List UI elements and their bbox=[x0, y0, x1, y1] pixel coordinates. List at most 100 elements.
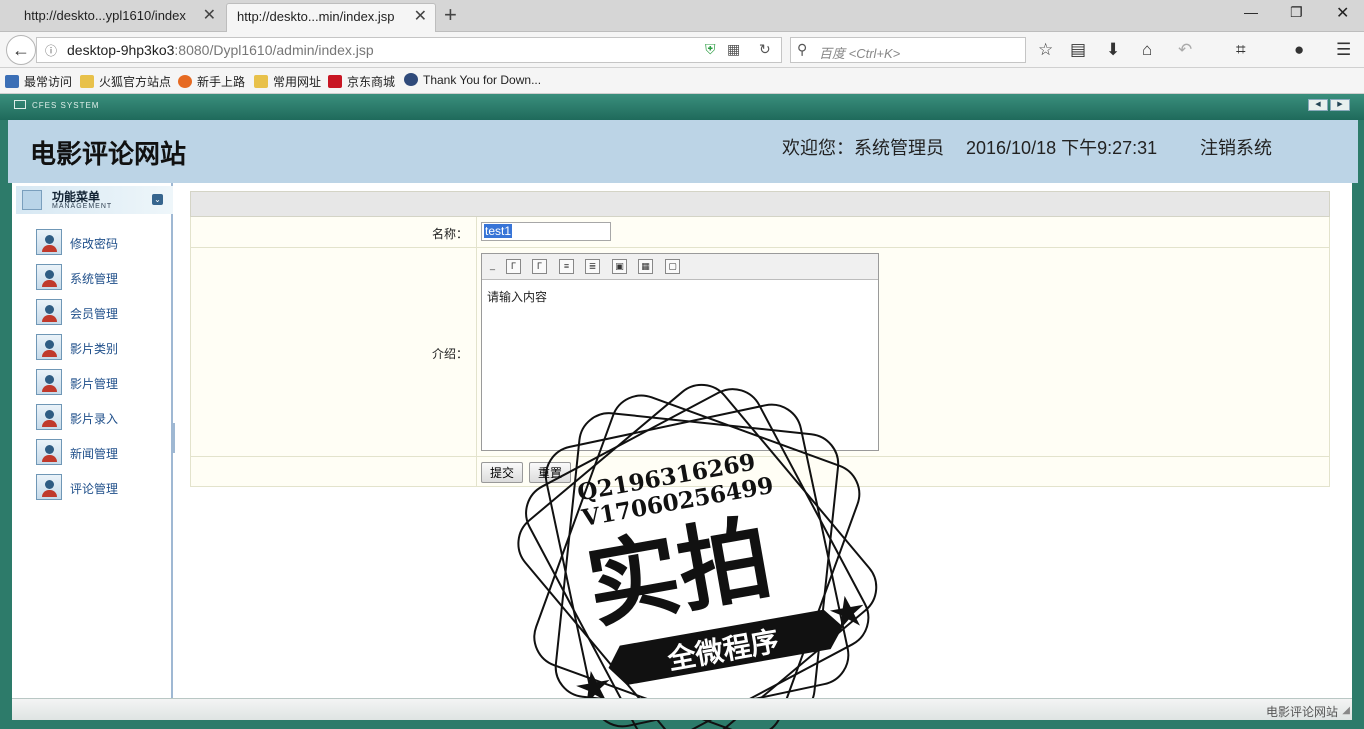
sidebar-item-label: 修改密码 bbox=[70, 237, 119, 251]
browser-tab-active[interactable]: http://deskto...min/index.jsp ✕ bbox=[226, 3, 436, 32]
reset-button[interactable]: 重置 bbox=[529, 462, 572, 483]
submit-button[interactable]: 提交 bbox=[481, 462, 524, 483]
sidebar-item-movie-categories[interactable]: 影片类别 bbox=[36, 334, 166, 362]
main-body: 功能菜单 MANAGEMENT ⌄ 修改密码 系统管理 会员管理 影片类别 影片… bbox=[12, 183, 1352, 729]
bookmark-star-icon[interactable]: ☆ bbox=[1038, 40, 1053, 60]
italic-format-icon[interactable]: Γ bbox=[532, 259, 547, 274]
restore-icon[interactable]: ❐ bbox=[1290, 4, 1303, 21]
bookmark-item[interactable]: 新手上路 bbox=[178, 73, 245, 90]
form-divider bbox=[476, 217, 477, 247]
bookmark-item[interactable]: 京东商城 bbox=[328, 73, 395, 90]
menu-folder-icon bbox=[22, 190, 42, 210]
search-bar[interactable]: ⚲ 百度 <Ctrl+K> bbox=[790, 37, 1026, 63]
close-icon[interactable]: ✕ bbox=[203, 3, 216, 29]
undo-icon[interactable]: ↶ bbox=[1178, 40, 1192, 60]
user-icon bbox=[36, 404, 62, 430]
user-icon bbox=[36, 439, 62, 465]
user-icon bbox=[36, 264, 62, 290]
image-icon[interactable]: ▣ bbox=[612, 259, 627, 274]
bookmark-label: Thank You for Down... bbox=[423, 73, 542, 87]
menu-icon[interactable]: ☰ bbox=[1336, 40, 1351, 60]
footer-text: 电影评论网站 bbox=[1265, 705, 1338, 719]
browser-tab-bar: http://deskto...ypl1610/index ✕ http://d… bbox=[0, 0, 1364, 32]
status-bar: 电影评论网站 ◢ bbox=[12, 698, 1352, 720]
watermark-banner-shape bbox=[608, 609, 843, 686]
info-icon[interactable]: ⓘ bbox=[45, 42, 57, 59]
name-input[interactable]: test1 bbox=[481, 222, 611, 241]
chat-icon[interactable]: ● bbox=[1294, 40, 1304, 60]
next-arrow-icon[interactable]: ▶ bbox=[1330, 99, 1350, 111]
form-divider bbox=[476, 248, 477, 456]
sidebar-item-label: 新闻管理 bbox=[70, 447, 119, 461]
crop-icon[interactable]: ⌗ bbox=[1236, 40, 1246, 60]
toolbar-grip-icon: _ bbox=[489, 260, 495, 270]
app-frame: CFES SYSTEM ◀ ▶ 电影评论网站 欢迎您：系统管理员 2016/10… bbox=[0, 94, 1364, 729]
arrow-left-icon: ← bbox=[12, 40, 30, 60]
frame-system-label: CFES SYSTEM bbox=[14, 100, 99, 110]
firefox-icon bbox=[178, 75, 192, 88]
sidebar-item-comments[interactable]: 评论管理 bbox=[36, 474, 166, 502]
reload-icon[interactable]: ↻ bbox=[759, 41, 771, 58]
form-divider bbox=[476, 457, 477, 486]
sidebar-item-movie-management[interactable]: 影片管理 bbox=[36, 369, 166, 397]
back-button[interactable]: ← bbox=[6, 35, 36, 65]
reading-list-icon[interactable]: ▤ bbox=[1070, 40, 1086, 60]
welcome-text: 欢迎您：系统管理员 bbox=[782, 138, 944, 158]
logout-link[interactable]: 注销系统 bbox=[1200, 134, 1272, 160]
monitor-icon bbox=[14, 100, 26, 109]
resize-grip-icon[interactable]: ◢ bbox=[1342, 705, 1350, 716]
prev-arrow-icon[interactable]: ◀ bbox=[1308, 99, 1328, 111]
folder-icon bbox=[254, 75, 268, 88]
url-host: desktop-9hp3ko3 bbox=[67, 42, 175, 58]
jd-icon bbox=[328, 75, 342, 88]
url-path: :8080/Dypl1610/admin/index.jsp bbox=[174, 42, 374, 58]
user-icon bbox=[36, 474, 62, 500]
qr-code-icon[interactable]: ▦ bbox=[727, 41, 740, 58]
tab-title: http://deskto...ypl1610/index bbox=[24, 8, 186, 23]
bookmark-item[interactable]: 最常访问 bbox=[5, 73, 72, 90]
source-icon[interactable]: ▢ bbox=[665, 259, 680, 274]
bookmarks-bar: 最常访问 火狐官方站点 新手上路 常用网址 京东商城 Thank You for… bbox=[0, 68, 1364, 94]
bookmark-label: 常用网址 bbox=[273, 75, 322, 89]
search-icon: ⚲ bbox=[797, 41, 808, 57]
form-row-intro: 介绍： _ Γ Γ ≡ ≣ ▣ ▦ ▢ 请输入内容 bbox=[190, 248, 1330, 457]
editor-toolbar: _ Γ Γ ≡ ≣ ▣ ▦ ▢ bbox=[482, 254, 878, 280]
download-icon[interactable]: ⬇ bbox=[1106, 40, 1120, 60]
sidebar-item-label: 影片类别 bbox=[70, 342, 119, 356]
sidebar-item-news[interactable]: 新闻管理 bbox=[36, 439, 166, 467]
sidebar-item-members[interactable]: 会员管理 bbox=[36, 299, 166, 327]
name-label: 名称： bbox=[431, 227, 468, 241]
search-placeholder: 百度 <Ctrl+K> bbox=[819, 46, 901, 61]
minimize-icon[interactable]: — bbox=[1244, 4, 1258, 20]
browser-tab[interactable]: http://deskto...ypl1610/index ✕ bbox=[14, 3, 224, 32]
bookmark-item[interactable]: Thank You for Down... bbox=[404, 73, 541, 87]
form-row-actions: 提交 重置 bbox=[190, 457, 1330, 487]
sidebar-item-change-password[interactable]: 修改密码 bbox=[36, 229, 166, 257]
sidebar-item-movie-entry[interactable]: 影片录入 bbox=[36, 404, 166, 432]
rich-text-editor[interactable]: _ Γ Γ ≡ ≣ ▣ ▦ ▢ 请输入内容 bbox=[481, 253, 879, 451]
sidebar-item-system[interactable]: 系统管理 bbox=[36, 264, 166, 292]
new-tab-button[interactable]: + bbox=[444, 2, 457, 28]
editor-content[interactable]: 请输入内容 bbox=[482, 280, 878, 313]
folder-icon bbox=[80, 75, 94, 88]
sidebar-item-label: 会员管理 bbox=[70, 307, 119, 321]
menu-subtitle: MANAGEMENT bbox=[52, 203, 113, 210]
collapse-icon[interactable]: ⌄ bbox=[152, 194, 163, 205]
site-title: 电影评论网站 bbox=[30, 140, 187, 170]
window-close-icon[interactable]: ✕ bbox=[1336, 3, 1349, 23]
bookmark-item[interactable]: 常用网址 bbox=[254, 73, 321, 90]
shield-icon[interactable]: ⛨ bbox=[705, 41, 716, 58]
url-bar[interactable]: ⓘ desktop-9hp3ko3:8080/Dypl1610/admin/in… bbox=[36, 37, 782, 63]
datetime-text: 2016/10/18 下午9:27:31 bbox=[966, 138, 1158, 158]
bookmark-label: 火狐官方站点 bbox=[99, 75, 172, 89]
indent-icon[interactable]: ≣ bbox=[585, 259, 600, 274]
home-icon[interactable]: ⌂ bbox=[1142, 40, 1152, 60]
table-icon[interactable]: ▦ bbox=[638, 259, 653, 274]
bookmark-item[interactable]: 火狐官方站点 bbox=[80, 73, 171, 90]
list-icon[interactable]: ≡ bbox=[559, 259, 574, 274]
url-text: desktop-9hp3ko3:8080/Dypl1610/admin/inde… bbox=[67, 42, 374, 58]
format-icon[interactable]: Γ bbox=[506, 259, 521, 274]
tab-title: http://deskto...min/index.jsp bbox=[237, 9, 395, 24]
sidebar-resize-handle[interactable] bbox=[172, 423, 175, 453]
close-icon[interactable]: ✕ bbox=[414, 4, 427, 30]
